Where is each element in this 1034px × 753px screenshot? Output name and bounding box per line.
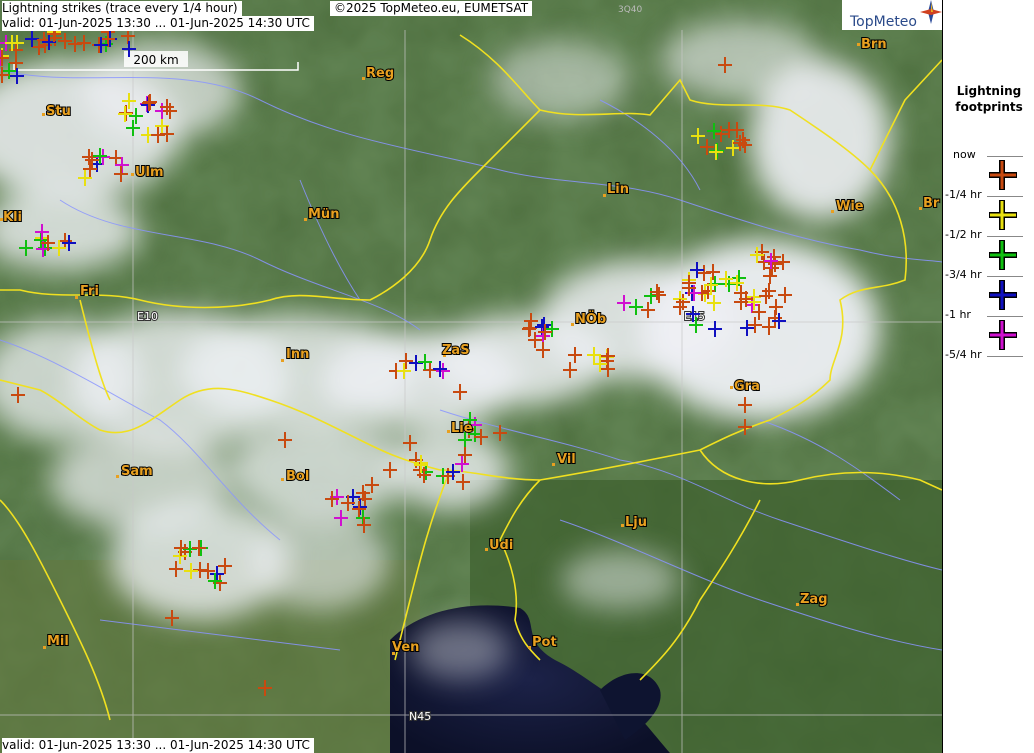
scale-label: 200 km bbox=[133, 53, 178, 67]
legend-cross-icon bbox=[989, 320, 1017, 350]
city-marker: Udi bbox=[485, 537, 514, 554]
city-label: Ulm bbox=[135, 165, 164, 180]
grid-label-e10: E10 bbox=[137, 310, 158, 323]
city-marker: Gra bbox=[730, 378, 761, 395]
brand-name: TopMeteo bbox=[850, 14, 917, 30]
legend-label: -1/4 hr bbox=[945, 188, 982, 201]
city-marker: Stu bbox=[42, 103, 72, 120]
city-marker: Wie bbox=[831, 198, 865, 215]
compass-logo-icon bbox=[920, 0, 942, 24]
city-marker: Pot bbox=[528, 634, 558, 651]
city-label: ZaS bbox=[442, 343, 470, 358]
legend-cross-icon bbox=[989, 280, 1017, 310]
city-label: Pot bbox=[532, 635, 557, 650]
city-label: Wie bbox=[836, 199, 864, 214]
city-label: Zag bbox=[800, 592, 828, 607]
legend-label: -1/2 hr bbox=[945, 228, 982, 241]
city-marker: Zag bbox=[796, 591, 829, 608]
city-marker: Reg bbox=[362, 65, 395, 82]
legend-cross-icon bbox=[989, 160, 1017, 190]
legend-divider bbox=[987, 156, 1023, 157]
city-marker: Brn bbox=[857, 36, 888, 53]
city-label: Fri bbox=[80, 284, 99, 299]
legend-divider bbox=[987, 276, 1023, 277]
city-label: Lin bbox=[607, 182, 629, 197]
legend-divider bbox=[987, 236, 1023, 237]
legend-title-line2: footprints bbox=[955, 100, 1023, 114]
city-marker: Kli bbox=[0, 209, 23, 226]
city-label: Stu bbox=[46, 104, 71, 119]
legend-label: -5/4 hr bbox=[945, 348, 982, 361]
legend-divider bbox=[987, 356, 1023, 357]
city-label: Vil bbox=[557, 452, 576, 467]
legend-label: -1 hr bbox=[945, 308, 971, 321]
city-marker: Lin bbox=[603, 181, 630, 198]
city-marker: Inn bbox=[281, 346, 310, 363]
city-marker: Bol bbox=[281, 468, 310, 485]
city-label: Bol bbox=[286, 469, 309, 484]
city-marker: Mün bbox=[304, 206, 340, 223]
city-marker: NÖb bbox=[571, 310, 607, 328]
city-marker: Mil bbox=[43, 633, 70, 650]
grid-label-e15: E15 bbox=[684, 310, 705, 323]
code-tag: 3Q40 bbox=[618, 5, 643, 15]
city-label: Brn bbox=[861, 37, 887, 52]
city-label: Reg bbox=[366, 66, 394, 81]
city-marker: Lju bbox=[621, 514, 648, 531]
city-label: Gra bbox=[734, 379, 760, 394]
city-label: Sam bbox=[121, 464, 153, 479]
valid-time-top: valid: 01-Jun-2025 13:30 ... 01-Jun-2025… bbox=[2, 16, 314, 31]
city-label: Ven bbox=[392, 640, 419, 655]
grid-label-n45: N45 bbox=[409, 710, 431, 723]
city-label: Udi bbox=[489, 538, 513, 553]
city-marker: Sam bbox=[116, 463, 154, 480]
city-marker: Lie bbox=[447, 420, 474, 437]
city-marker: ZaS bbox=[441, 342, 471, 359]
brand-box: TopMeteo bbox=[842, 0, 942, 30]
legend-title-line1: Lightning bbox=[956, 84, 1022, 98]
legend-label: now bbox=[953, 148, 976, 161]
city-marker: Ven bbox=[391, 639, 420, 656]
city-label: Lju bbox=[625, 515, 647, 530]
city-marker: Ulm bbox=[131, 164, 165, 181]
city-label: Inn bbox=[286, 347, 309, 362]
legend-cross-icon bbox=[989, 240, 1017, 270]
legend-label: -3/4 hr bbox=[945, 268, 982, 281]
satellite-lightning-map: 200 km E10 E15 N45 Brn Reg Stu Ulm Lin W… bbox=[0, 0, 942, 753]
city-label: Kli bbox=[3, 210, 22, 225]
city-label: Mil bbox=[47, 634, 69, 649]
city-label: Mün bbox=[308, 207, 339, 222]
legend-divider bbox=[987, 196, 1023, 197]
city-label: Br bbox=[923, 196, 940, 211]
city-label: Lie bbox=[451, 421, 473, 436]
city-label: NÖb bbox=[575, 311, 606, 327]
valid-time-bottom: valid: 01-Jun-2025 13:30 ... 01-Jun-2025… bbox=[2, 738, 314, 753]
map-title: Lightning strikes (trace every 1/4 hour) bbox=[2, 1, 242, 16]
legend-panel: Lightning footprints now -1/4 hr -1/2 hr -3… bbox=[942, 0, 1034, 753]
legend-divider bbox=[987, 316, 1023, 317]
legend-cross-icon bbox=[989, 200, 1017, 230]
city-marker: Br bbox=[919, 195, 941, 212]
copyright: ©2025 TopMeteo.eu, EUMETSAT bbox=[330, 1, 533, 16]
